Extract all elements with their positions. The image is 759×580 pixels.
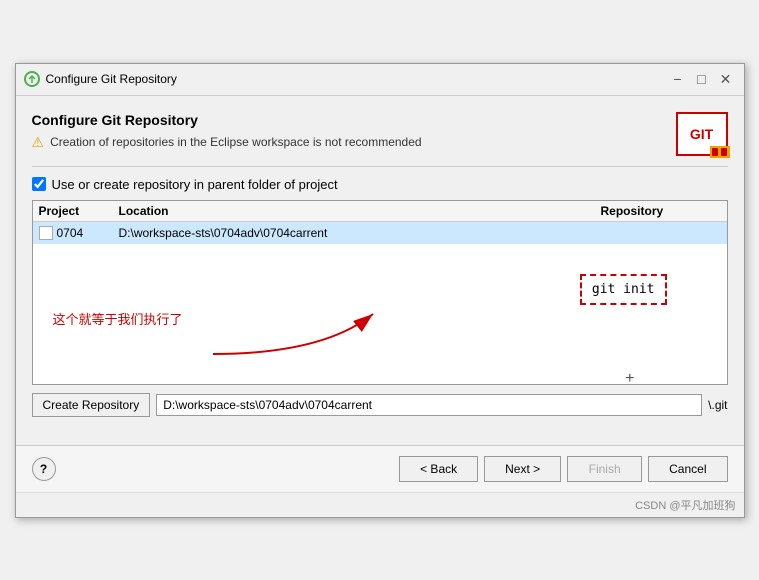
titlebar: Configure Git Repository − □ ✕ [16, 64, 744, 96]
separator-1 [32, 166, 728, 167]
navigation-buttons: < Back Next > Finish Cancel [399, 456, 727, 482]
git-suffix: \.git [708, 398, 727, 412]
window-icon [24, 71, 40, 87]
project-name: 0704 [57, 226, 84, 240]
warning-icon: ⚠ [32, 134, 45, 151]
titlebar-title: Configure Git Repository [46, 72, 177, 86]
use-parent-folder-checkbox[interactable] [32, 177, 46, 191]
titlebar-left: Configure Git Repository [24, 71, 177, 87]
close-button[interactable]: ✕ [716, 69, 736, 89]
location-value: D:\workspace-sts\0704adv\0704carrent [119, 226, 601, 240]
repository-table: Project Location Repository 0704 D:\work… [32, 200, 728, 385]
warning-row: ⚠ Creation of repositories in the Eclips… [32, 134, 422, 151]
section-title: Configure Git Repository [32, 112, 422, 128]
git-logo-badge-icon [711, 147, 729, 157]
red-arrow [203, 294, 403, 364]
arrow-annotation-text: 这个就等于我们执行了 [53, 309, 183, 328]
checkbox-row: Use or create repository in parent folde… [32, 177, 728, 192]
project-cell: 0704 [39, 226, 119, 240]
back-button[interactable]: < Back [399, 456, 478, 482]
project-icon [39, 226, 53, 240]
maximize-button[interactable]: □ [692, 69, 712, 89]
git-init-box: git init [580, 274, 667, 305]
create-repository-row: Create Repository \.git [32, 393, 728, 417]
minimize-button[interactable]: − [668, 69, 688, 89]
section-header: Configure Git Repository ⚠ Creation of r… [32, 112, 728, 156]
table-body: 这个就等于我们执行了 git init + [33, 244, 727, 384]
next-button[interactable]: Next > [484, 456, 561, 482]
dialog-content: Configure Git Repository ⚠ Creation of r… [16, 96, 744, 445]
configure-git-repository-dialog: Configure Git Repository − □ ✕ Configure… [15, 63, 745, 518]
table-header: Project Location Repository [33, 201, 727, 222]
col-repository: Repository [601, 204, 721, 218]
cancel-button[interactable]: Cancel [648, 456, 727, 482]
watermark: CSDN @平凡加班狗 [16, 492, 744, 517]
checkbox-label: Use or create repository in parent folde… [52, 177, 338, 192]
create-repository-button[interactable]: Create Repository [32, 393, 151, 417]
titlebar-buttons: − □ ✕ [668, 69, 736, 89]
plus-icon: + [625, 370, 634, 388]
repository-path-input[interactable] [156, 394, 702, 416]
finish-button[interactable]: Finish [567, 456, 642, 482]
button-bar: ? < Back Next > Finish Cancel [16, 445, 744, 492]
warning-text: Creation of repositories in the Eclipse … [50, 135, 422, 149]
git-logo: GIT [676, 112, 728, 156]
annotation-area: 这个就等于我们执行了 git init + [33, 244, 727, 384]
help-button[interactable]: ? [32, 457, 56, 481]
col-location: Location [119, 204, 601, 218]
table-row[interactable]: 0704 D:\workspace-sts\0704adv\0704carren… [33, 222, 727, 244]
col-project: Project [39, 204, 119, 218]
